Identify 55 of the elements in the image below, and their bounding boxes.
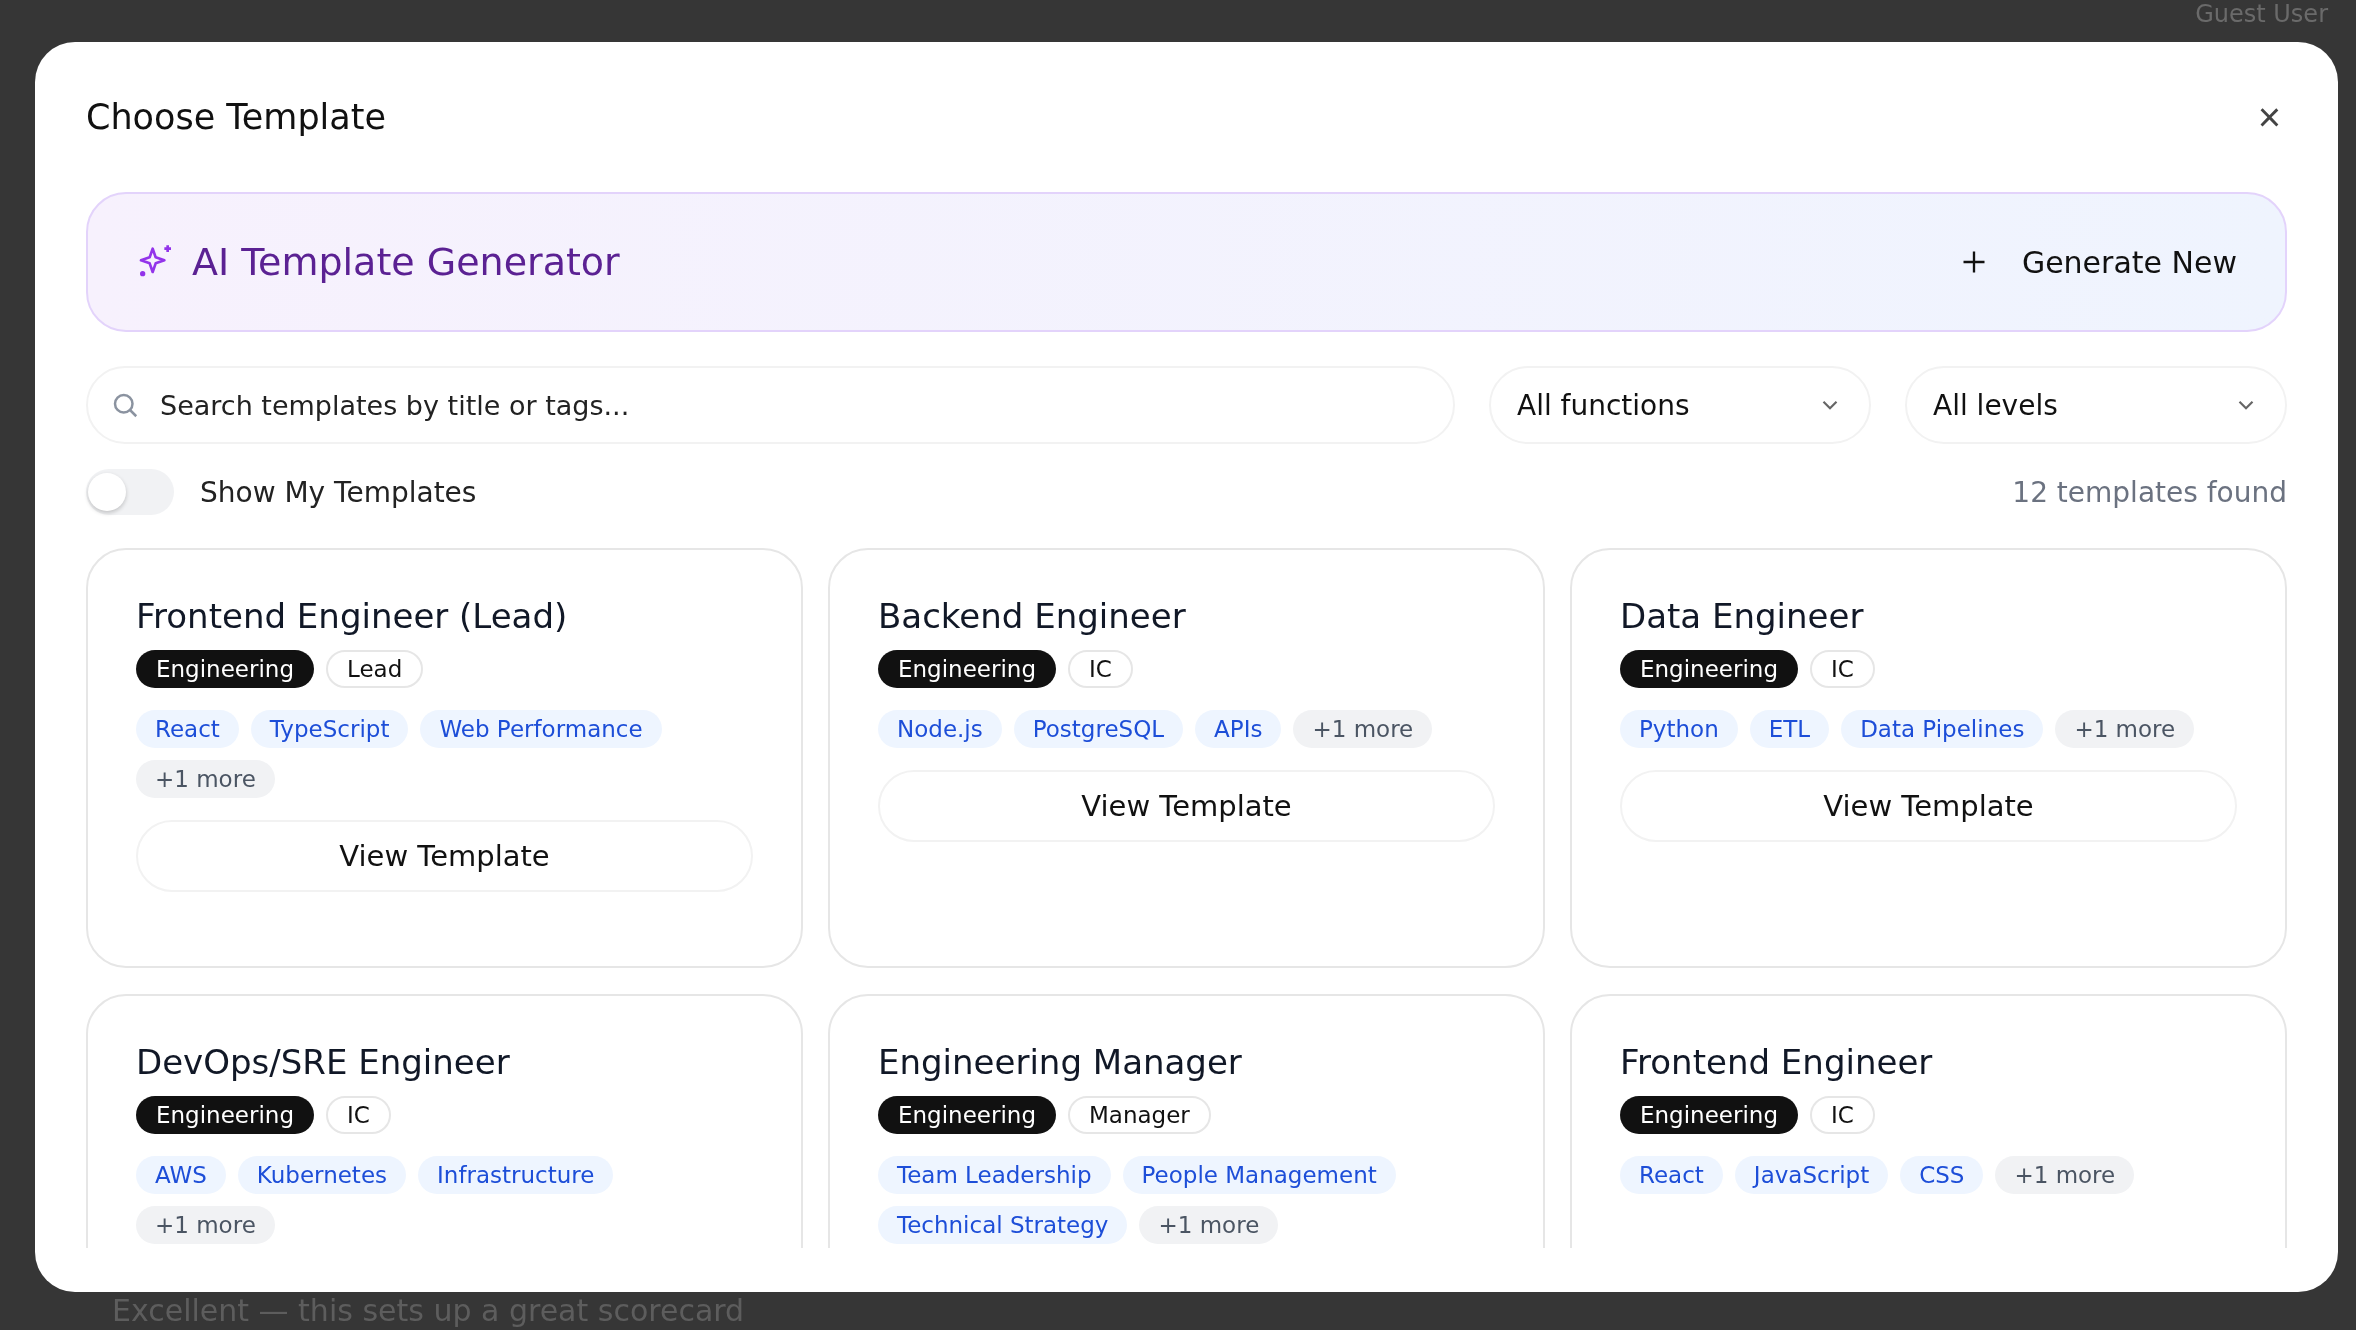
close-button[interactable]: × xyxy=(2251,97,2287,137)
skill-tag: JavaScript xyxy=(1734,1156,1889,1194)
function-tag: Engineering xyxy=(878,1096,1056,1134)
skill-tag: PostgreSQL xyxy=(1013,710,1184,748)
toggle-label: Show My Templates xyxy=(200,475,477,509)
skill-tag: ETL xyxy=(1749,710,1830,748)
skill-tag: Kubernetes xyxy=(237,1156,407,1194)
skill-tag: Technical Strategy xyxy=(878,1206,1128,1244)
template-title: Data Engineer xyxy=(1620,596,1865,636)
more-tag: +1 more xyxy=(2055,710,2195,748)
filter-dropdown[interactable]: All functions xyxy=(1489,366,1871,444)
level-tag: Lead xyxy=(326,650,424,688)
toggle-switch[interactable] xyxy=(86,469,174,515)
skill-tag: CSS xyxy=(1900,1156,1984,1194)
search-field[interactable]: Search templates by title or tags... xyxy=(86,366,1455,444)
skill-tag: Node.js xyxy=(878,710,1002,748)
skill-tag: AWS xyxy=(136,1156,226,1194)
function-tag: Engineering xyxy=(136,1096,314,1134)
more-tag: +1 more xyxy=(1293,710,1433,748)
template-title: Engineering Manager xyxy=(878,1042,1243,1082)
skill-tag: React xyxy=(1620,1156,1723,1194)
level-tag: IC xyxy=(1068,650,1133,688)
skill-tag: TypeScript xyxy=(250,710,409,748)
function-tag: Engineering xyxy=(136,650,314,688)
level-tag: Manager xyxy=(1068,1096,1211,1134)
function-tag: Engineering xyxy=(1620,1096,1798,1134)
generate-new-button[interactable]: Generate New xyxy=(1959,236,2237,288)
skill-tag: Team Leadership xyxy=(878,1156,1111,1194)
skill-tag: Infrastructure xyxy=(418,1156,614,1194)
level-tag: IC xyxy=(1810,1096,1875,1134)
skill-tag: Web Performance xyxy=(420,710,662,748)
view-template-button[interactable]: View Template xyxy=(1620,770,2237,842)
template-title: Frontend Engineer xyxy=(1620,1042,1934,1082)
level-tag: IC xyxy=(1810,650,1875,688)
more-tag: +1 more xyxy=(1995,1156,2135,1194)
function-tag: Engineering xyxy=(878,650,1056,688)
more-tag: +1 more xyxy=(136,1206,275,1244)
view-template-button[interactable]: View Template xyxy=(136,820,753,892)
function-tag: Engineering xyxy=(1620,650,1798,688)
skill-tag: APIs xyxy=(1195,710,1282,748)
skill-tag: Data Pipelines xyxy=(1841,710,2044,748)
filter-dropdown[interactable]: All levels xyxy=(1905,366,2287,444)
dialog-title: Choose Template xyxy=(86,97,387,137)
skill-tag: People Management xyxy=(1122,1156,1396,1194)
banner-title: AI Template Generator xyxy=(192,240,620,284)
template-title: Backend Engineer xyxy=(878,596,1187,636)
view-template-button[interactable]: View Template xyxy=(878,770,1495,842)
skill-tag: React xyxy=(136,710,239,748)
level-tag: IC xyxy=(326,1096,391,1134)
template-title: DevOps/SRE Engineer xyxy=(136,1042,511,1082)
skill-tag: Python xyxy=(1620,710,1738,748)
template-title: Frontend Engineer (Lead) xyxy=(136,596,569,636)
more-tag: +1 more xyxy=(136,760,275,798)
more-tag: +1 more xyxy=(1139,1206,1279,1244)
result-count: 12 templates found xyxy=(2012,475,2287,509)
